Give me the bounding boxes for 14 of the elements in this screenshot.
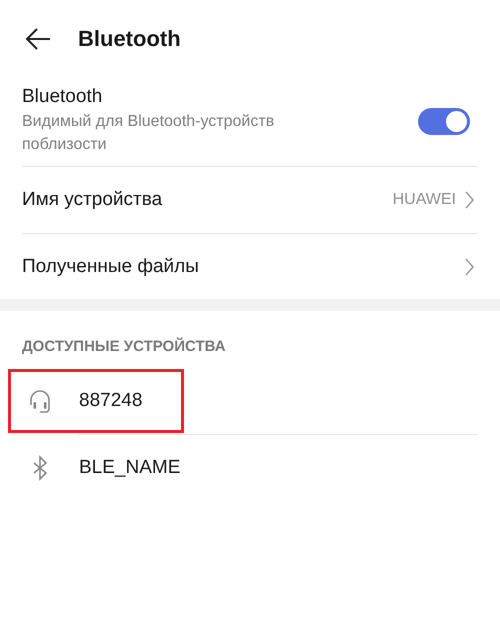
setting-label: Имя устройства [22, 189, 164, 211]
setting-label: Bluetooth [22, 86, 104, 108]
section-heading: ДОСТУПНЫЕ УСТРОЙСТВА [21, 336, 227, 357]
toggle-switch[interactable] [418, 108, 470, 134]
chevron-right-icon[interactable] [464, 190, 475, 210]
setting-description: Видимый для Bluetooth-устройств поблизости [22, 112, 276, 155]
device-name[interactable]: 887248 [79, 390, 142, 412]
chevron-right-icon[interactable] [464, 257, 475, 277]
setting-label: Полученные файлы [22, 256, 200, 278]
headphones-icon [27, 388, 53, 414]
setting-value: HUAWEI [392, 191, 456, 209]
device-name[interactable]: BLE_NAME [79, 457, 180, 479]
back-arrow-icon[interactable] [25, 28, 51, 50]
page-title: Bluetooth [78, 26, 181, 52]
